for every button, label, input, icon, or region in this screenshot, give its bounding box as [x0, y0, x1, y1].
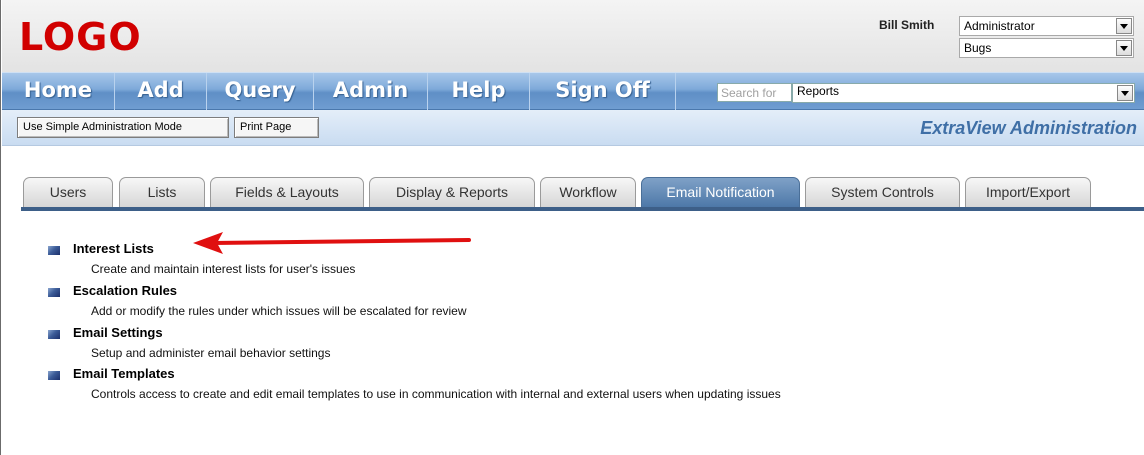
red-arrow-icon	[193, 232, 471, 254]
tab-workflow[interactable]: Workflow	[540, 177, 636, 207]
search-scope-select[interactable]: Reports	[792, 83, 1135, 103]
arrow-shaft	[211, 238, 471, 245]
area-select[interactable]: Bugs	[959, 38, 1134, 58]
bullet-icon	[48, 371, 60, 380]
main-nav: Home Add Query Admin Help Sign Off Repor…	[2, 72, 1144, 110]
print-page-button[interactable]: Print Page	[234, 117, 319, 138]
role-select[interactable]: Administrator	[959, 16, 1134, 36]
tab-users[interactable]: Users	[23, 177, 113, 207]
search-scope-value: Reports	[797, 84, 840, 98]
tab-lists[interactable]: Lists	[119, 177, 205, 207]
tab-email-notification[interactable]: Email Notification	[641, 177, 800, 207]
entry-description: Controls access to create and edit email…	[91, 387, 781, 401]
email-templates-link[interactable]: Email Templates	[73, 366, 175, 381]
chevron-down-icon[interactable]	[1117, 85, 1133, 101]
entry-description: Add or modify the rules under which issu…	[91, 304, 467, 318]
entry-description: Create and maintain interest lists for u…	[91, 262, 356, 276]
logo: LOGO	[19, 15, 142, 59]
nav-admin[interactable]: Admin	[314, 73, 428, 110]
tab-fields-layouts[interactable]: Fields & Layouts	[210, 177, 364, 207]
chevron-down-icon[interactable]	[1116, 18, 1132, 34]
nav-query[interactable]: Query	[207, 73, 314, 110]
search-input[interactable]	[717, 83, 792, 102]
section-title: ExtraView Administration	[920, 118, 1137, 138]
tab-import-export[interactable]: Import/Export	[965, 177, 1091, 207]
role-select-value: Administrator	[964, 19, 1035, 33]
admin-tabs: Users Lists Fields & Layouts Display & R…	[23, 177, 1144, 207]
header: LOGO Bill Smith Administrator Bugs	[2, 0, 1144, 72]
tab-display-reports[interactable]: Display & Reports	[369, 177, 535, 207]
interest-lists-link[interactable]: Interest Lists	[73, 241, 154, 256]
email-settings-link[interactable]: Email Settings	[73, 325, 163, 340]
simple-mode-button[interactable]: Use Simple Administration Mode	[17, 117, 229, 138]
user-name: Bill Smith	[879, 18, 935, 32]
nav-help[interactable]: Help	[428, 73, 530, 110]
bullet-icon	[48, 330, 60, 339]
nav-home[interactable]: Home	[2, 73, 115, 110]
area-select-value: Bugs	[964, 41, 992, 55]
app-window: LOGO Bill Smith Administrator Bugs Home …	[0, 0, 1144, 455]
entry-description: Setup and administer email behavior sett…	[91, 346, 331, 360]
nav-sign-off[interactable]: Sign Off	[530, 73, 676, 110]
toolbar: Use Simple Administration Mode Print Pag…	[2, 110, 1144, 146]
bullet-icon	[48, 288, 60, 297]
escalation-rules-link[interactable]: Escalation Rules	[73, 283, 177, 298]
bullet-icon	[48, 246, 60, 255]
nav-add[interactable]: Add	[115, 73, 207, 110]
tab-divider	[21, 207, 1144, 211]
chevron-down-icon[interactable]	[1116, 40, 1132, 56]
tab-system-controls[interactable]: System Controls	[805, 177, 960, 207]
